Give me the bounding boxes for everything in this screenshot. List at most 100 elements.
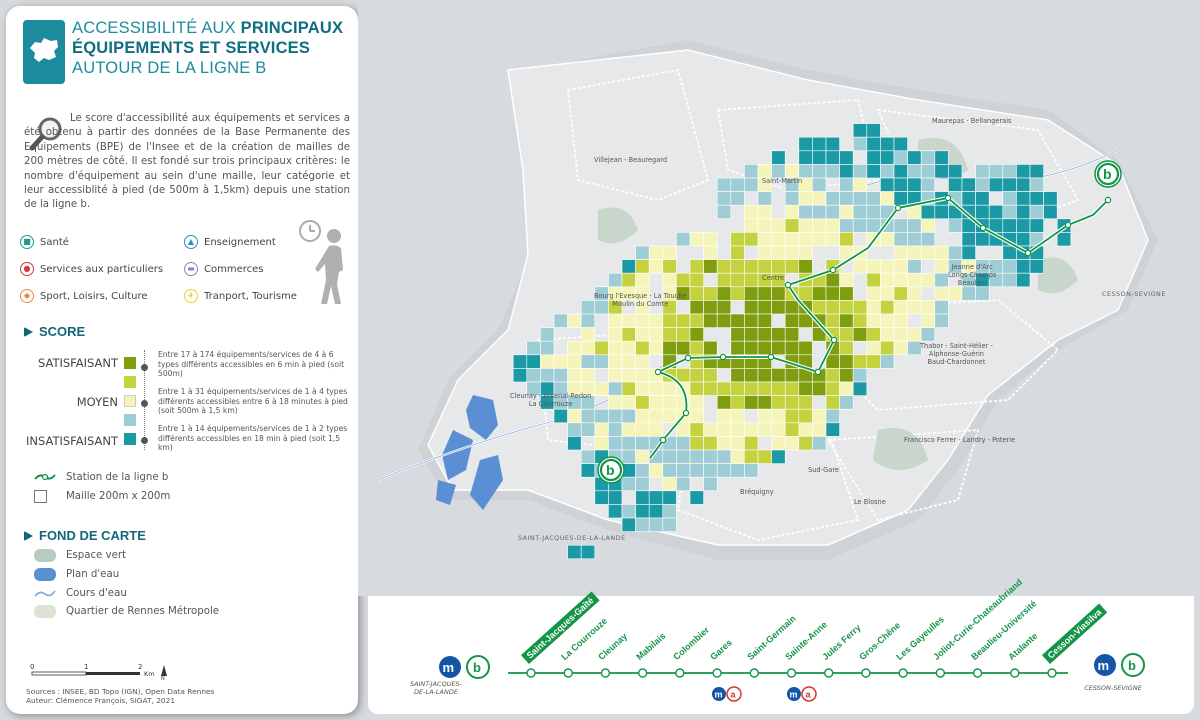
diagram-station-dot <box>712 668 722 678</box>
grid-cell <box>771 164 786 179</box>
grid-cell <box>621 504 636 519</box>
score-heading-text: SCORE <box>39 324 86 339</box>
services-icon: ● <box>20 262 34 276</box>
grid-cell <box>580 340 596 356</box>
grid-cell <box>635 463 650 478</box>
grid-cell <box>839 381 854 396</box>
grid-cell <box>771 368 786 383</box>
grid-cell <box>961 177 976 192</box>
legend-water-body: Plan d'eau <box>34 568 119 581</box>
grid-cell <box>920 218 936 233</box>
grid-cell <box>744 259 759 274</box>
grid-cell <box>784 408 800 424</box>
line-b-text: b <box>473 660 481 675</box>
grid-cell <box>608 422 623 437</box>
start-metro-logo: m b <box>439 655 490 679</box>
grid-cell <box>553 313 568 328</box>
grid-cell <box>825 422 840 437</box>
grid-cell <box>526 354 541 369</box>
grid-cell <box>825 232 840 247</box>
grid-cell <box>648 340 664 356</box>
grid-cell <box>771 150 786 165</box>
grid-cell <box>893 232 908 247</box>
category-transport: ✈ Tranport, Tourisme <box>184 289 297 303</box>
grid-cell <box>757 259 772 274</box>
grid-cell <box>771 300 786 315</box>
metro-m-text: m <box>715 690 723 700</box>
grid-cell <box>975 164 990 179</box>
diagram-station-dot <box>824 668 834 678</box>
grid-cell <box>648 259 664 274</box>
place-centre: Centre <box>762 274 785 282</box>
grid-cell <box>716 422 732 437</box>
grid-cell <box>1029 164 1044 179</box>
grid-cell <box>689 368 704 383</box>
grid-cell <box>975 191 990 206</box>
grid-cell <box>621 327 636 342</box>
grid-cell <box>784 232 800 247</box>
page: Accessibilité aux principaux équipements… <box>0 0 1200 720</box>
grid-cell <box>594 408 609 424</box>
grid-cell <box>852 218 868 233</box>
grid-cell <box>540 368 555 383</box>
grid-cell <box>784 368 800 383</box>
legend-label: Maille 200m x 200m <box>66 491 171 502</box>
place-villejean: Villejean - Beauregard <box>594 156 668 164</box>
grid-cell <box>540 327 555 342</box>
grid-cell <box>1002 204 1017 220</box>
grid-cell <box>907 286 922 301</box>
grid-cell <box>744 436 759 451</box>
grid-cell <box>825 136 840 152</box>
score-label-moyen: MOYEN <box>76 395 118 409</box>
grid-cell <box>839 150 854 165</box>
grid-cell <box>866 204 881 220</box>
shop-icon: ▬ <box>184 262 198 276</box>
grid-cell <box>757 449 772 464</box>
grid-cell <box>839 313 854 328</box>
grid-cell <box>1029 191 1044 206</box>
grid-cell <box>866 286 881 301</box>
grid-cell <box>621 340 636 356</box>
grid-cell <box>716 395 732 410</box>
grid-cell <box>703 422 718 437</box>
diagram-station-dot <box>563 668 573 678</box>
grid-cell <box>920 204 936 220</box>
grid-cell <box>798 340 813 356</box>
grid-cell <box>648 517 664 532</box>
grid-cell <box>730 408 745 424</box>
grid-cell <box>662 408 677 424</box>
grid-cell <box>567 408 582 424</box>
legend-label: Quartier de Rennes Métropole <box>66 606 220 617</box>
grid-cell <box>852 123 868 138</box>
grid-cell <box>798 436 813 451</box>
grid-cell <box>526 368 541 383</box>
grid-cell <box>757 218 772 233</box>
grid-cell <box>730 327 745 342</box>
grid-cell <box>920 164 936 179</box>
map-station <box>719 353 727 361</box>
grid-cell <box>648 313 664 328</box>
score-swatch-1 <box>124 357 136 369</box>
grid-cell <box>662 463 677 478</box>
grid-cell <box>893 313 908 328</box>
grid-cell <box>839 272 854 288</box>
legend-district: Quartier de Rennes Métropole <box>34 605 219 618</box>
grid-cell <box>744 327 759 342</box>
grid-cell <box>934 272 949 288</box>
grid-cell <box>825 191 840 206</box>
education-icon: ▲ <box>184 235 198 249</box>
grid-cell <box>744 232 759 247</box>
grid-cell <box>744 449 759 464</box>
legend-station: Station de la ligne b <box>34 471 168 484</box>
grid-cell <box>635 436 650 451</box>
cell-square-icon <box>34 490 47 503</box>
grid-cell <box>744 340 759 356</box>
grid-cell <box>703 436 718 451</box>
grid-cell <box>880 327 895 342</box>
grid-cell <box>812 300 827 315</box>
diagram-station-dot <box>935 668 946 678</box>
grid-cell <box>920 232 936 247</box>
score-heading: SCORE <box>24 324 85 339</box>
grid-cell <box>580 422 596 437</box>
grid-cell <box>567 544 582 560</box>
